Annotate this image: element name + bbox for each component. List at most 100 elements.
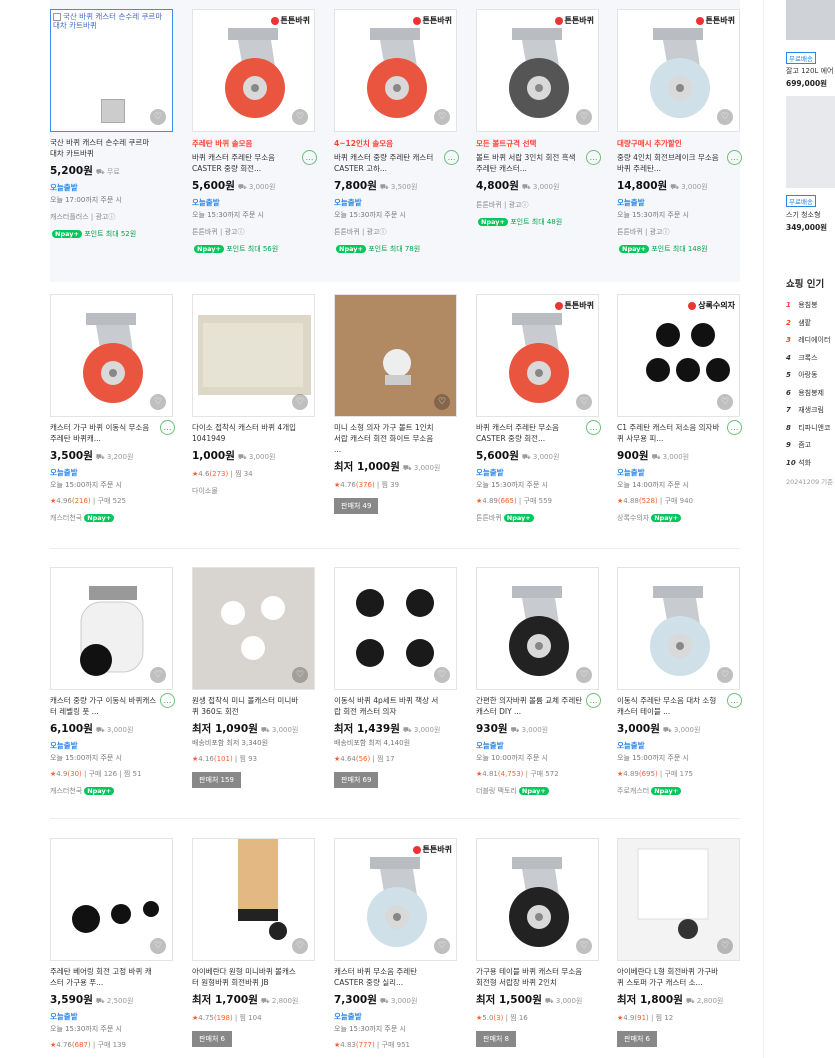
seller-name[interactable]: 튼튼바퀴 | 광고ⓘ xyxy=(617,227,742,237)
product-name[interactable]: 바퀴 캐스터 중량 주레탄 캐스터 CASTER 고하...… xyxy=(334,150,459,174)
product-image[interactable]: 튼튼바퀴 ♡ xyxy=(334,9,457,132)
product-name[interactable]: 국산 바퀴 캐스터 손수레 쿠르마 대차 카트바퀴 xyxy=(50,137,175,159)
product-card[interactable]: ♡ 아이베란다 원형 미니바퀴 볼캐스터 원형바퀴 회전바퀴 JB 최저 1,700… xyxy=(192,838,317,1047)
product-name[interactable]: 주레탄 베어링 회전 고정 바퀴 캐스터 가구용 푸... xyxy=(50,966,175,988)
popular-item[interactable]: 4 크록스 xyxy=(786,353,818,363)
product-name[interactable]: 캐스터 가구 바퀴 이동식 무소음 주레탄 바퀴캐...… xyxy=(50,420,175,444)
heart-icon[interactable]: ♡ xyxy=(434,109,450,125)
product-card[interactable]: ♡ 이동식 바퀴 4p세트 바퀴 책상 서랍 회전 캐스터 의자 최저 1,439원… xyxy=(334,567,459,788)
product-card[interactable]: 튼튼바퀴 ♡ 모든 볼트규격 선택 볼트 바퀴 서랍 3인치 회전 흑색 주레탄 캐스… xyxy=(476,9,601,227)
heart-icon[interactable]: ♡ xyxy=(434,394,450,410)
popular-item[interactable]: 2 샘팥 xyxy=(786,318,811,328)
heart-icon[interactable]: ♡ xyxy=(150,109,166,125)
product-image[interactable]: 튼튼바퀴 ♡ xyxy=(476,294,599,417)
talk-icon[interactable]: … xyxy=(302,150,317,165)
seller-name[interactable]: 다이소몰 xyxy=(192,486,317,496)
seller-name[interactable]: 튼튼바퀴 | 광고ⓘ xyxy=(192,227,317,237)
popular-item[interactable]: 1 용침봉 xyxy=(786,300,818,310)
popular-item[interactable]: 5 아랑동 xyxy=(786,370,818,380)
seller-name[interactable]: 캐스터플러스 | 광고ⓘ xyxy=(50,212,175,222)
product-name[interactable]: 미니 소형 의자 가구 볼트 1인치 서랍 캐스터 회전 화이트 무소음 ... xyxy=(334,422,459,455)
product-image[interactable]: ♡ xyxy=(192,567,315,690)
ad-title[interactable]: 잘고 120L 에어 xyxy=(786,66,833,76)
popular-item[interactable]: 7 재생크림 xyxy=(786,405,824,415)
seller-name[interactable]: 튼튼바퀴 | 광고ⓘ xyxy=(476,200,601,210)
heart-icon[interactable]: ♡ xyxy=(292,938,308,954)
seller-name[interactable]: 주로캐스터 Npay+ xyxy=(617,786,742,796)
heart-icon[interactable]: ♡ xyxy=(292,109,308,125)
heart-icon[interactable]: ♡ xyxy=(150,938,166,954)
heart-icon[interactable]: ♡ xyxy=(717,109,733,125)
heart-icon[interactable]: ♡ xyxy=(576,394,592,410)
seller-name[interactable]: 캐스터천국 Npay+ xyxy=(50,786,175,796)
heart-icon[interactable]: ♡ xyxy=(576,938,592,954)
product-card[interactable]: ♡ 간편한 의자바퀴 볼륨 교체 주레탄 캐스터 DIY ...… 930원 ⛟ 3,… xyxy=(476,567,601,796)
product-name[interactable]: 원생 접착식 미니 볼캐스터 미니바퀴 360도 회전 xyxy=(192,695,317,717)
product-card[interactable]: ♡ 이동식 주레탄 무소음 대차 소형 캐스터 테이블 ...… 3,000원 ⛟ 3… xyxy=(617,567,742,796)
product-card[interactable]: 튼튼바퀴 ♡ 주레탄 바퀴 솔모음 바퀴 캐스터 주레탄 무소음 CASTER 중량 … xyxy=(192,9,317,254)
talk-icon[interactable]: … xyxy=(727,420,742,435)
product-image[interactable]: 국산 바퀴 캐스터 손수레 쿠르마 대차 카트바퀴 ♡ xyxy=(50,9,173,132)
popular-item[interactable]: 10 석화 xyxy=(786,458,811,468)
product-name[interactable]: 아이베란다 L형 회전바퀴 가구바퀴 스토퍼 가구 캐스터 소... xyxy=(617,966,742,988)
heart-icon[interactable]: ♡ xyxy=(576,109,592,125)
product-card[interactable]: 튼튼바퀴 ♡ 대량구매시 추가할인 중량 4인치 회전브레이크 무소음 바퀴 주레탄.… xyxy=(617,9,742,254)
popular-item[interactable]: 8 티파니앤코 xyxy=(786,423,830,433)
product-name[interactable]: 간편한 의자바퀴 볼륨 교체 주레탄 캐스터 DIY ...… xyxy=(476,693,601,717)
seller-name[interactable]: 튼튼바퀴 Npay+ xyxy=(476,513,601,523)
heart-icon[interactable]: ♡ xyxy=(434,667,450,683)
compare-sellers-button[interactable]: 판매처 6 xyxy=(192,1031,232,1047)
product-card[interactable]: ♡ 아이베란다 L형 회전바퀴 가구바퀴 스토퍼 가구 캐스터 소... 최저 1,… xyxy=(617,838,742,1047)
talk-icon[interactable]: … xyxy=(160,693,175,708)
product-name[interactable]: 이동식 바퀴 4p세트 바퀴 책상 서랍 회전 캐스터 의자 xyxy=(334,695,459,717)
heart-icon[interactable]: ♡ xyxy=(717,938,733,954)
heart-icon[interactable]: ♡ xyxy=(434,938,450,954)
product-card[interactable]: ♡ 미니 소형 의자 가구 볼트 1인치 서랍 캐스터 회전 화이트 무소음 ..… xyxy=(334,294,459,514)
product-name[interactable]: 가구용 테이블 바퀴 캐스터 무소음 회전형 서랍장 바퀴 2인치 xyxy=(476,966,601,988)
product-name[interactable]: 캐스터 중량 가구 이동식 바퀴캐스터 레벨링 풋 ...… xyxy=(50,693,175,717)
product-image[interactable]: 튼튼바퀴 ♡ xyxy=(476,9,599,132)
compare-sellers-button[interactable]: 판매처 69 xyxy=(334,772,379,788)
heart-icon[interactable]: ♡ xyxy=(717,667,733,683)
product-card[interactable]: ♡ 주레탄 베어링 회전 고정 바퀴 캐스터 가구용 푸... 3,590원 ⛟ 2,… xyxy=(50,838,175,1050)
ad-title[interactable]: 스기 청소형 xyxy=(786,210,820,220)
heart-icon[interactable]: ♡ xyxy=(150,394,166,410)
product-card[interactable]: ♡ 캐스터 가구 바퀴 이동식 무소음 주레탄 바퀴캐...… 3,500원 ⛟ 3,… xyxy=(50,294,175,523)
product-image[interactable]: ♡ xyxy=(617,567,740,690)
product-name[interactable]: 바퀴 캐스터 주레탄 무소음 CASTER 중량 회전...… xyxy=(476,420,601,444)
product-image[interactable]: ♡ xyxy=(476,567,599,690)
compare-sellers-button[interactable]: 판매처 159 xyxy=(192,772,241,788)
seller-name[interactable]: 상록수의자 Npay+ xyxy=(617,513,742,523)
product-card[interactable]: ♡ 캐스터 중량 가구 이동식 바퀴캐스터 레벨링 풋 ...… 6,100원 ⛟ 3… xyxy=(50,567,175,796)
talk-icon[interactable]: … xyxy=(586,693,601,708)
seller-name[interactable]: 캐스터천국 Npay+ xyxy=(50,513,175,523)
product-card[interactable]: ♡ 가구용 테이블 바퀴 캐스터 무소음 회전형 서랍장 바퀴 2인치 최저 1,5… xyxy=(476,838,601,1047)
ad-image[interactable] xyxy=(786,0,835,40)
product-image[interactable]: ♡ xyxy=(617,838,740,961)
ad-image[interactable] xyxy=(786,96,835,188)
product-image[interactable]: ♡ xyxy=(50,567,173,690)
seller-name[interactable]: 더블링 팩토리 Npay+ xyxy=(476,786,601,796)
popular-item[interactable]: 3 레디에이터 xyxy=(786,335,830,345)
product-image[interactable]: ♡ xyxy=(334,567,457,690)
product-name[interactable]: C1 주레탄 캐스터 저소음 의자바퀴 사무용 피...… xyxy=(617,420,742,444)
compare-sellers-button[interactable]: 판매처 8 xyxy=(476,1031,516,1047)
product-image[interactable]: ♡ xyxy=(476,838,599,961)
product-image[interactable]: 튼튼바퀴 ♡ xyxy=(192,9,315,132)
popular-item[interactable]: 6 용침봉제 xyxy=(786,388,824,398)
product-card[interactable]: 튼튼바퀴 ♡ 바퀴 캐스터 주레탄 무소음 CASTER 중량 회전...… 5,60… xyxy=(476,294,601,523)
product-name[interactable]: 중량 4인치 회전브레이크 무소음 바퀴 주레탄...… xyxy=(617,150,742,174)
product-card[interactable]: ♡ 원생 접착식 미니 볼캐스터 미니바퀴 360도 회전 최저 1,090원 ⛟ 3… xyxy=(192,567,317,788)
product-image[interactable]: ♡ xyxy=(192,838,315,961)
product-image[interactable]: 튼튼바퀴 ♡ xyxy=(334,838,457,961)
talk-icon[interactable]: … xyxy=(727,693,742,708)
product-name[interactable]: 캐스터 바퀴 무소음 주레탄 CASTER 중량 실리... xyxy=(334,966,459,988)
product-image[interactable]: 상록수의자 ♡ xyxy=(617,294,740,417)
heart-icon[interactable]: ♡ xyxy=(292,394,308,410)
product-card[interactable]: 튼튼바퀴 ♡ 캐스터 바퀴 무소음 주레탄 CASTER 중량 실리... 7,300… xyxy=(334,838,459,1050)
heart-icon[interactable]: ♡ xyxy=(576,667,592,683)
product-card[interactable]: ♡ 다이소 접착식 캐스터 바퀴 4개입 1041949 1,000원 ⛟ 3,000… xyxy=(192,294,317,496)
product-card[interactable]: 국산 바퀴 캐스터 손수레 쿠르마 대차 카트바퀴 ♡ 국산 바퀴 캐스터 손수레 … xyxy=(50,9,175,239)
product-name[interactable]: 볼트 바퀴 서랍 3인치 회전 흑색 주레탄 캐스터...… xyxy=(476,150,601,174)
heart-icon[interactable]: ♡ xyxy=(150,667,166,683)
